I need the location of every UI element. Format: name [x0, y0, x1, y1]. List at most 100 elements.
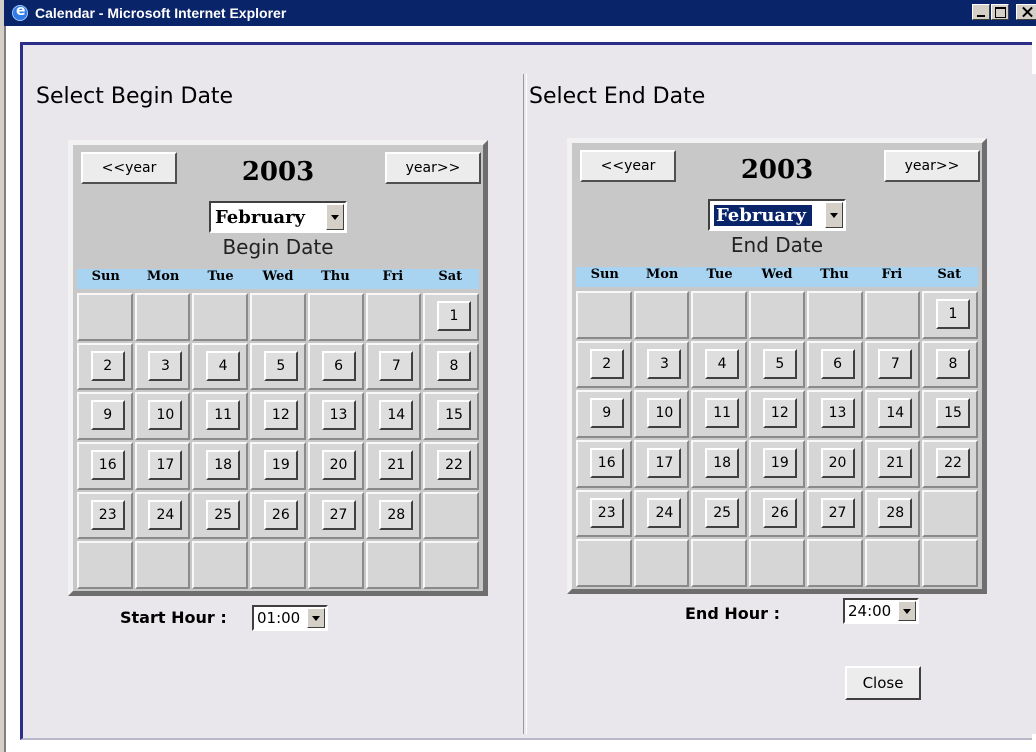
chevron-down-icon[interactable] — [326, 204, 344, 230]
begin-day-cell: 16 — [77, 442, 133, 490]
end-day-button[interactable]: 15 — [936, 398, 970, 429]
end-day-button[interactable]: 20 — [820, 448, 855, 478]
end-day-button[interactable]: 2 — [589, 348, 624, 379]
begin-day-button[interactable]: 26 — [263, 499, 298, 530]
begin-day-cell — [192, 293, 249, 341]
begin-day-button[interactable]: 18 — [206, 450, 241, 480]
begin-day-cell: 4 — [192, 342, 249, 391]
end-day-grid: 1 2 3 4 5 6 7 8 9 10 11 12 13 14 15 16 17 18 19 20 21 22 23 24 2… — [576, 291, 978, 587]
begin-day-cell — [250, 293, 306, 341]
end-day-cell: 21 — [864, 440, 921, 488]
begin-month-select[interactable]: February — [209, 201, 347, 233]
end-day-button[interactable]: 23 — [589, 497, 624, 528]
end-day-cell: 27 — [806, 489, 863, 538]
begin-day-button[interactable]: 25 — [206, 499, 241, 530]
end-day-button[interactable]: 19 — [762, 448, 797, 478]
end-day-button[interactable]: 9 — [589, 398, 624, 429]
begin-day-button[interactable]: 28 — [379, 499, 414, 530]
end-day-button[interactable]: 24 — [647, 497, 682, 528]
begin-day-button[interactable]: 16 — [90, 450, 125, 480]
begin-day-button[interactable]: 7 — [379, 350, 414, 381]
end-day-button[interactable]: 4 — [705, 348, 740, 379]
begin-day-button[interactable]: 2 — [90, 350, 125, 381]
begin-day-button[interactable]: 5 — [263, 350, 298, 381]
begin-day-button[interactable]: 10 — [148, 400, 183, 431]
end-day-button[interactable]: 13 — [820, 398, 855, 429]
close-window-button[interactable] — [1016, 4, 1036, 20]
begin-day-button[interactable]: 4 — [206, 350, 241, 381]
end-day-button[interactable]: 1 — [936, 299, 970, 329]
begin-day-button[interactable]: 17 — [148, 450, 183, 480]
end-month-select[interactable]: February — [708, 199, 846, 231]
end-day-cell — [691, 539, 748, 587]
weekday-label: Sun — [91, 269, 120, 284]
begin-day-button[interactable]: 13 — [321, 400, 356, 431]
end-day-cell — [922, 489, 978, 538]
weekday-label: Thu — [321, 269, 350, 284]
begin-day-button[interactable]: 24 — [148, 499, 183, 530]
begin-day-cell: 6 — [307, 342, 364, 391]
end-day-button[interactable]: 25 — [705, 497, 740, 528]
start-hour-label: Start Hour : — [120, 608, 227, 627]
end-day-button[interactable]: 12 — [762, 398, 797, 429]
end-day-button[interactable]: 11 — [705, 398, 740, 429]
end-day-button[interactable]: 16 — [589, 448, 624, 478]
end-day-button[interactable]: 5 — [762, 348, 797, 379]
begin-day-cell: 1 — [423, 293, 479, 341]
begin-next-year-button[interactable]: year>> — [385, 152, 481, 184]
end-prev-year-button[interactable]: <<year — [580, 150, 676, 182]
begin-day-button[interactable]: 11 — [206, 400, 241, 431]
begin-day-button[interactable]: 19 — [263, 450, 298, 480]
minimize-button[interactable] — [972, 4, 990, 20]
start-hour-select[interactable]: 01:00 — [252, 605, 328, 631]
maximize-button[interactable] — [991, 4, 1009, 20]
chevron-down-icon[interactable] — [898, 601, 916, 621]
end-day-cell: 19 — [749, 440, 805, 488]
begin-day-button[interactable]: 9 — [90, 400, 125, 431]
end-day-button[interactable]: 18 — [705, 448, 740, 478]
begin-day-cell: 12 — [250, 392, 306, 440]
end-day-cell: 3 — [633, 340, 690, 389]
close-button[interactable]: Close — [845, 666, 921, 700]
weekday-label: Fri — [881, 267, 903, 282]
begin-day-button[interactable]: 1 — [437, 301, 471, 331]
end-day-button[interactable]: 22 — [936, 448, 970, 478]
end-day-button[interactable]: 8 — [936, 348, 970, 379]
begin-day-button[interactable]: 12 — [263, 400, 298, 431]
end-day-button[interactable]: 27 — [820, 497, 855, 528]
end-day-button[interactable]: 28 — [878, 497, 913, 528]
end-day-cell: 2 — [576, 340, 632, 389]
end-day-cell — [749, 291, 805, 339]
end-calendar-caption: End Date — [730, 233, 824, 257]
begin-day-button[interactable]: 22 — [437, 450, 471, 480]
begin-month-value: February — [215, 207, 306, 228]
begin-day-cell: 3 — [134, 342, 191, 391]
end-day-button[interactable]: 26 — [762, 497, 797, 528]
end-day-button[interactable]: 17 — [647, 448, 682, 478]
begin-day-button[interactable]: 27 — [321, 499, 356, 530]
end-hour-select[interactable]: 24:00 — [843, 598, 919, 624]
begin-day-button[interactable]: 3 — [148, 350, 183, 381]
end-day-button[interactable]: 7 — [878, 348, 913, 379]
begin-day-cell — [365, 293, 422, 341]
end-day-cell: 17 — [633, 440, 690, 488]
begin-day-cell: 2 — [77, 342, 133, 391]
begin-day-button[interactable]: 8 — [437, 350, 471, 381]
begin-day-button[interactable]: 21 — [379, 450, 414, 480]
begin-day-button[interactable]: 20 — [321, 450, 356, 480]
begin-day-button[interactable]: 15 — [437, 400, 471, 431]
end-day-button[interactable]: 14 — [878, 398, 913, 429]
end-day-button[interactable]: 10 — [647, 398, 682, 429]
chevron-down-icon[interactable] — [307, 608, 325, 628]
begin-day-cell — [250, 541, 306, 589]
begin-prev-year-button[interactable]: <<year — [81, 152, 177, 184]
chevron-down-icon[interactable] — [825, 202, 843, 228]
begin-day-cell: 23 — [77, 491, 133, 540]
end-day-button[interactable]: 21 — [878, 448, 913, 478]
end-day-button[interactable]: 3 — [647, 348, 682, 379]
begin-day-button[interactable]: 14 — [379, 400, 414, 431]
end-day-button[interactable]: 6 — [820, 348, 855, 379]
end-next-year-button[interactable]: year>> — [884, 150, 980, 182]
begin-day-button[interactable]: 6 — [321, 350, 356, 381]
begin-day-button[interactable]: 23 — [90, 499, 125, 530]
